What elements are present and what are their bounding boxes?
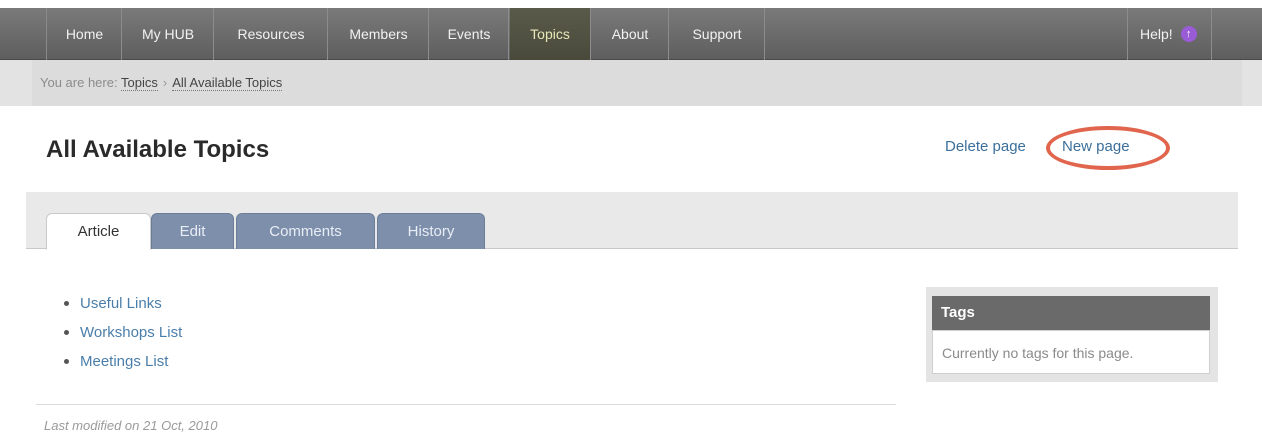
delete-page-link[interactable]: Delete page <box>945 138 1026 155</box>
nav-item-my-hub[interactable]: My HUB <box>123 8 214 60</box>
new-page-link[interactable]: New page <box>1062 138 1130 155</box>
content-divider <box>36 404 896 405</box>
nav-item-resources[interactable]: Resources <box>215 8 328 60</box>
breadcrumb-separator: › <box>162 75 168 90</box>
nav-left-cap <box>0 8 47 60</box>
tab-article[interactable]: Article <box>46 213 151 250</box>
page-title: All Available Topics <box>46 136 270 163</box>
tab-edit[interactable]: Edit <box>151 213 234 249</box>
breadcrumb-item-topics[interactable]: Topics <box>120 75 158 91</box>
last-modified-text: Last modified on 21 Oct, 2010 <box>44 418 218 432</box>
bullet-icon <box>64 359 69 364</box>
link-meetings-list[interactable]: Meetings List <box>64 347 182 376</box>
help-label: Help! <box>1140 26 1173 42</box>
nav-item-members[interactable]: Members <box>329 8 429 60</box>
bullet-icon <box>64 330 69 335</box>
topic-link-list: Useful Links Workshops List Meetings Lis… <box>64 289 182 376</box>
info-circle-icon: ↑ <box>1180 26 1197 42</box>
link-label: Meetings List <box>80 353 169 370</box>
breadcrumb-prefix: You are here: <box>40 75 118 90</box>
help-link[interactable]: Help! ↑ <box>1127 8 1212 60</box>
tags-heading: Tags <box>932 296 1210 330</box>
breadcrumb-item-all-available-topics[interactable]: All Available Topics <box>172 75 283 91</box>
link-label: Useful Links <box>80 295 162 312</box>
top-navigation: Home My HUB Resources Members Events Top… <box>0 8 1262 60</box>
bullet-icon <box>64 301 69 306</box>
breadcrumb-bar: You are here: Topics › All Available Topic… <box>0 60 1262 106</box>
tab-history[interactable]: History <box>377 213 485 249</box>
nav-item-home[interactable]: Home <box>48 8 122 60</box>
nav-item-support[interactable]: Support <box>670 8 765 60</box>
tab-comments[interactable]: Comments <box>236 213 375 249</box>
link-label: Workshops List <box>80 324 183 341</box>
tags-empty-text: Currently no tags for this page. <box>932 330 1210 374</box>
link-workshops-list[interactable]: Workshops List <box>64 318 182 347</box>
nav-item-about[interactable]: About <box>592 8 669 60</box>
page-actions: Delete page <box>945 138 1026 155</box>
nav-item-events[interactable]: Events <box>430 8 509 60</box>
breadcrumb: You are here: Topics › All Available Topic… <box>40 60 283 106</box>
link-useful-links[interactable]: Useful Links <box>64 289 182 318</box>
nav-item-topics[interactable]: Topics <box>510 8 591 60</box>
